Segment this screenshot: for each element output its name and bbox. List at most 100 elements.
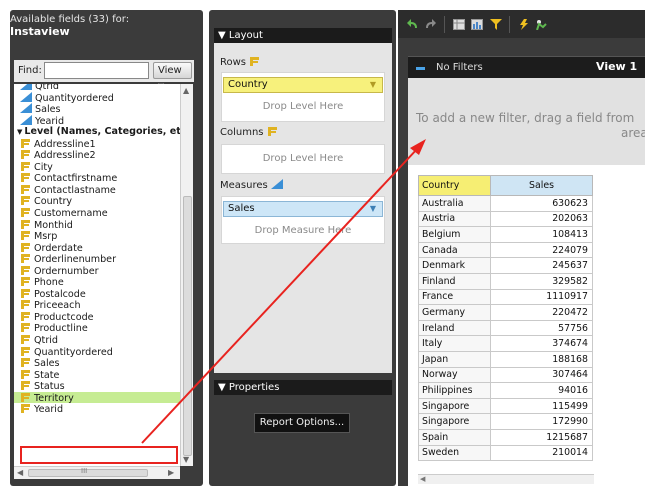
field-list-horizontal-scrollbar[interactable]: ◀ III ▶ — [14, 466, 180, 479]
field-list-item[interactable]: Sales — [14, 103, 180, 115]
scroll-left-arrow-icon[interactable]: ◀ — [420, 475, 425, 483]
field-list-item[interactable]: Phone — [14, 276, 180, 288]
sales-column-header[interactable]: Sales — [490, 175, 593, 196]
view-dropdown-button[interactable]: View ▽ — [153, 62, 192, 90]
scrollbar-thumb[interactable]: III — [28, 467, 148, 477]
country-cell[interactable]: France — [418, 288, 491, 306]
country-cell[interactable]: Ireland — [418, 319, 491, 337]
field-list-item[interactable]: Sales — [14, 357, 180, 369]
country-cell[interactable]: Australia — [418, 195, 491, 212]
rows-drop-zone[interactable]: Country ▼ Drop Level Here — [221, 72, 385, 122]
rows-country-chip[interactable]: Country ▼ — [223, 77, 383, 93]
scroll-down-arrow-icon[interactable]: ▼ — [183, 455, 189, 464]
field-list-item[interactable]: Customername — [14, 207, 180, 219]
field-list-item[interactable]: Ordernumber — [14, 265, 180, 277]
scroll-up-arrow-icon[interactable]: ▲ — [183, 86, 189, 95]
report-options-button[interactable]: Report Options... — [254, 413, 350, 433]
field-list-item[interactable]: Territory — [14, 391, 180, 404]
field-list-item[interactable]: Contactlastname — [14, 184, 180, 196]
scrollbar-thumb[interactable] — [183, 196, 192, 456]
field-list-item[interactable]: Postalcode — [14, 288, 180, 300]
expand-triangle-icon[interactable]: ▼ — [17, 128, 22, 136]
chevron-down-icon[interactable]: ▼ — [370, 202, 376, 216]
field-list-item[interactable]: Orderdate — [14, 242, 180, 254]
filter-drop-area[interactable]: To add a new filter, drag a field from a… — [408, 78, 645, 165]
field-label: Postalcode — [34, 288, 86, 300]
field-list-vertical-scrollbar[interactable]: ▲ ▼ — [180, 84, 193, 466]
field-list-item[interactable]: Productline — [14, 322, 180, 334]
country-cell[interactable]: Austria — [418, 210, 491, 228]
country-cell[interactable]: Philippines — [418, 382, 491, 399]
sales-cell[interactable]: 210014 — [490, 444, 593, 462]
sales-cell[interactable]: 374674 — [490, 335, 593, 352]
columns-drop-zone[interactable]: Drop Level Here — [221, 144, 385, 174]
field-list-item[interactable]: Addressline2 — [14, 149, 180, 161]
table-row: France 1110917 — [418, 288, 593, 306]
sales-cell[interactable]: 94016 — [490, 382, 593, 399]
field-list-item[interactable]: Qtrid — [14, 84, 180, 92]
field-list-item[interactable]: Quantityordered — [14, 91, 180, 104]
measures-sales-chip[interactable]: Sales ▼ — [223, 201, 383, 217]
country-cell[interactable]: Sweden — [418, 444, 491, 462]
country-cell[interactable]: Finland — [418, 272, 491, 290]
sales-cell[interactable]: 57756 — [490, 319, 593, 337]
field-group-header[interactable]: ▼ Level (Names, Categories, etc — [14, 126, 180, 138]
collapse-minus-icon[interactable] — [416, 67, 425, 70]
country-cell[interactable]: Denmark — [418, 257, 491, 274]
undo-icon[interactable] — [407, 19, 419, 30]
country-cell[interactable]: Canada — [418, 241, 491, 259]
sales-cell[interactable]: 1110917 — [490, 288, 593, 306]
field-list-item[interactable]: Productcode — [14, 311, 180, 323]
redo-icon[interactable] — [424, 19, 436, 30]
country-cell[interactable]: Singapore — [418, 413, 491, 430]
sales-cell[interactable]: 115499 — [490, 397, 593, 415]
properties-section-header[interactable]: ▼ Properties — [214, 380, 392, 395]
scroll-left-arrow-icon[interactable]: ◀ — [17, 468, 23, 477]
table-horizontal-scrollbar[interactable]: ◀ — [418, 474, 594, 484]
field-list-item[interactable]: Quantityordered — [14, 346, 180, 358]
field-list-item[interactable]: Status — [14, 380, 180, 392]
sales-cell[interactable]: 202063 — [490, 210, 593, 228]
filter-icon[interactable] — [490, 19, 502, 30]
field-list-item[interactable]: Orderlinenumber — [14, 253, 180, 265]
country-cell[interactable]: Italy — [418, 335, 491, 352]
field-list-item[interactable]: Msrp — [14, 230, 180, 242]
country-cell[interactable]: Japan — [418, 350, 491, 368]
field-list-item[interactable]: Country — [14, 195, 180, 207]
sales-cell[interactable]: 224079 — [490, 241, 593, 259]
layout-section-header[interactable]: ▼ Layout — [214, 28, 392, 43]
sales-cell[interactable]: 307464 — [490, 366, 593, 384]
sales-cell[interactable]: 172990 — [490, 413, 593, 430]
country-cell[interactable]: Norway — [418, 366, 491, 384]
sales-cell[interactable]: 630623 — [490, 195, 593, 212]
country-cell[interactable]: Germany — [418, 304, 491, 321]
sales-cell[interactable]: 220472 — [490, 304, 593, 321]
find-input[interactable] — [44, 62, 149, 79]
field-list-item[interactable]: Priceeach — [14, 299, 180, 311]
field-list-item[interactable]: Contactfirstname — [14, 172, 180, 184]
chevron-down-icon[interactable]: ▼ — [370, 78, 376, 92]
chart-view-icon[interactable] — [471, 19, 483, 30]
scroll-right-arrow-icon[interactable]: ▶ — [168, 468, 174, 477]
country-cell[interactable]: Spain — [418, 428, 491, 446]
field-label: Productline — [34, 323, 88, 335]
field-list-item[interactable]: Addressline1 — [14, 138, 180, 150]
field-list-item[interactable]: Yearid — [14, 403, 180, 415]
field-list-item[interactable]: Qtrid — [14, 334, 180, 346]
country-cell[interactable]: Belgium — [418, 226, 491, 243]
field-list-item[interactable]: Yearid — [14, 114, 180, 127]
sales-cell[interactable]: 108413 — [490, 226, 593, 243]
run-query-icon[interactable] — [535, 19, 547, 30]
field-list-item[interactable]: Monthid — [14, 219, 180, 231]
field-list-item[interactable]: State — [14, 369, 180, 381]
sales-cell[interactable]: 329582 — [490, 272, 593, 290]
measures-drop-zone[interactable]: Sales ▼ Drop Measure Here — [221, 196, 385, 244]
sales-cell[interactable]: 188168 — [490, 350, 593, 368]
country-column-header[interactable]: Country — [418, 175, 491, 196]
sales-cell[interactable]: 245637 — [490, 257, 593, 274]
sales-cell[interactable]: 1215687 — [490, 428, 593, 446]
field-list-item[interactable]: City — [14, 161, 180, 173]
table-view-icon[interactable] — [453, 19, 465, 30]
auto-refresh-icon[interactable] — [518, 19, 530, 30]
country-cell[interactable]: Singapore — [418, 397, 491, 415]
